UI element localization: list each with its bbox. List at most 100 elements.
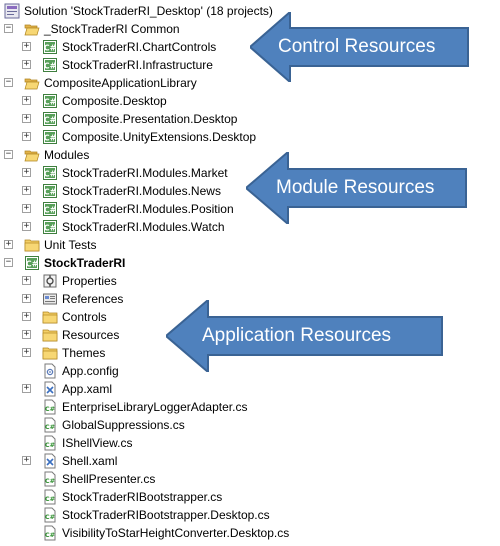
solution-icon bbox=[4, 3, 20, 19]
callout-label: Module Resources bbox=[276, 177, 435, 198]
expand-toggle[interactable]: + bbox=[22, 330, 31, 339]
svg-text:C#: C# bbox=[44, 98, 57, 107]
svg-text:C#: C# bbox=[45, 423, 55, 431]
svg-text:C#: C# bbox=[44, 170, 57, 179]
csharp-project-icon: C# bbox=[42, 111, 58, 127]
cs-file-icon: C# bbox=[42, 471, 58, 487]
xaml-file-icon bbox=[42, 453, 58, 469]
expand-toggle[interactable]: + bbox=[22, 384, 31, 393]
expand-toggle[interactable]: + bbox=[22, 348, 31, 357]
solution-label: Solution 'StockTraderRI_Desktop' (18 pro… bbox=[24, 4, 273, 18]
tree-item-label: CompositeApplicationLibrary bbox=[44, 76, 197, 90]
expand-toggle[interactable]: + bbox=[22, 60, 31, 69]
properties-icon bbox=[42, 273, 58, 289]
folder-closed-icon bbox=[42, 327, 58, 343]
csharp-project-icon: C# bbox=[42, 183, 58, 199]
collapse-toggle[interactable]: − bbox=[4, 78, 13, 87]
control-resources-callout: Control Resources bbox=[248, 9, 472, 85]
tree-item-label: GlobalSuppressions.cs bbox=[62, 418, 185, 432]
csharp-project-icon: C# bbox=[24, 255, 40, 271]
tree-item-label: StockTraderRI.Modules.Watch bbox=[62, 220, 225, 234]
cs-file-icon: C# bbox=[42, 507, 58, 523]
collapse-toggle[interactable]: − bbox=[4, 258, 13, 267]
svg-text:C#: C# bbox=[45, 513, 55, 521]
tree-item-label: StockTraderRI bbox=[44, 256, 126, 270]
cs-file-icon: C# bbox=[42, 435, 58, 451]
tree-item-label: Composite.UnityExtensions.Desktop bbox=[62, 130, 257, 144]
cs-file-icon: C# bbox=[42, 399, 58, 415]
xaml-file-icon bbox=[42, 381, 58, 397]
tree-item-label: StockTraderRI.ChartControls bbox=[62, 40, 217, 54]
svg-text:C#: C# bbox=[45, 441, 55, 449]
tree-item-label: StockTraderRI.Infrastructure bbox=[62, 58, 213, 72]
expand-toggle[interactable]: + bbox=[22, 294, 31, 303]
expand-toggle[interactable]: + bbox=[22, 114, 31, 123]
svg-text:C#: C# bbox=[44, 224, 57, 233]
cs-file-icon: C# bbox=[42, 417, 58, 433]
tree-item-label: StockTraderRI.Modules.News bbox=[62, 184, 221, 198]
svg-text:C#: C# bbox=[44, 116, 57, 125]
expand-toggle[interactable]: + bbox=[22, 312, 31, 321]
tree-item-label: StockTraderRI.Modules.Position bbox=[62, 202, 234, 216]
svg-text:C#: C# bbox=[44, 134, 57, 143]
references-icon bbox=[42, 291, 58, 307]
folder-open-icon bbox=[24, 75, 40, 91]
tree-item-label: Properties bbox=[62, 274, 117, 288]
svg-text:C#: C# bbox=[45, 477, 55, 485]
tree-item-label: Unit Tests bbox=[44, 238, 97, 252]
expand-toggle[interactable]: + bbox=[22, 222, 31, 231]
svg-text:C#: C# bbox=[44, 188, 57, 197]
expand-toggle[interactable]: + bbox=[22, 42, 31, 51]
tree-item-label: StockTraderRI.Modules.Market bbox=[62, 166, 228, 180]
tree-item-label: Shell.xaml bbox=[62, 454, 118, 468]
folder-open-icon bbox=[24, 21, 40, 37]
expand-toggle[interactable]: + bbox=[22, 186, 31, 195]
svg-text:C#: C# bbox=[44, 44, 57, 53]
tree-item-label: References bbox=[62, 292, 124, 306]
module-resources-callout: Module Resources bbox=[244, 149, 470, 227]
collapse-toggle[interactable]: − bbox=[4, 150, 13, 159]
expand-toggle[interactable]: + bbox=[22, 204, 31, 213]
folder-closed-icon bbox=[42, 345, 58, 361]
callout-label: Control Resources bbox=[278, 36, 436, 57]
config-file-icon bbox=[42, 363, 58, 379]
tree-item-label: StockTraderRIBootstrapper.Desktop.cs bbox=[62, 508, 270, 522]
tree-item-label: App.xaml bbox=[62, 382, 113, 396]
svg-text:C#: C# bbox=[44, 62, 57, 71]
tree-item-label: _StockTraderRI Common bbox=[44, 22, 180, 36]
application-resources-callout: Application Resources bbox=[164, 297, 446, 375]
csharp-project-icon: C# bbox=[42, 93, 58, 109]
tree-item-label: IShellView.cs bbox=[62, 436, 133, 450]
svg-text:C#: C# bbox=[45, 405, 55, 413]
csharp-project-icon: C# bbox=[42, 39, 58, 55]
expand-toggle[interactable]: + bbox=[22, 132, 31, 141]
tree-item-label: EnterpriseLibraryLoggerAdapter.cs bbox=[62, 400, 248, 414]
folder-closed-icon bbox=[24, 237, 40, 253]
expand-toggle[interactable]: + bbox=[22, 456, 31, 465]
tree-item-label: Resources bbox=[62, 328, 120, 342]
expand-toggle[interactable]: + bbox=[22, 96, 31, 105]
tree-item-label: StockTraderRIBootstrapper.cs bbox=[62, 490, 223, 504]
csharp-project-icon: C# bbox=[42, 129, 58, 145]
svg-text:C#: C# bbox=[26, 260, 39, 269]
folder-open-icon bbox=[24, 147, 40, 163]
collapse-toggle[interactable]: − bbox=[4, 24, 13, 33]
csharp-project-icon: C# bbox=[42, 219, 58, 235]
tree-item-label: Composite.Desktop bbox=[62, 94, 167, 108]
callout-label: Application Resources bbox=[202, 325, 392, 346]
tree-item-label: App.config bbox=[62, 364, 119, 378]
expand-toggle[interactable]: + bbox=[4, 240, 13, 249]
expand-toggle[interactable]: + bbox=[22, 276, 31, 285]
tree-item-label: Composite.Presentation.Desktop bbox=[62, 112, 238, 126]
csharp-project-icon: C# bbox=[42, 165, 58, 181]
csharp-project-icon: C# bbox=[42, 57, 58, 73]
svg-text:C#: C# bbox=[44, 206, 57, 215]
tree-item-label: Themes bbox=[62, 346, 106, 360]
svg-text:C#: C# bbox=[45, 495, 55, 503]
folder-closed-icon bbox=[42, 309, 58, 325]
svg-text:C#: C# bbox=[45, 531, 55, 539]
tree-item-label: VisibilityToStarHeightConverter.Desktop.… bbox=[62, 526, 290, 540]
tree-item-label: Modules bbox=[44, 148, 90, 162]
tree-item-label: ShellPresenter.cs bbox=[62, 472, 156, 486]
expand-toggle[interactable]: + bbox=[22, 168, 31, 177]
